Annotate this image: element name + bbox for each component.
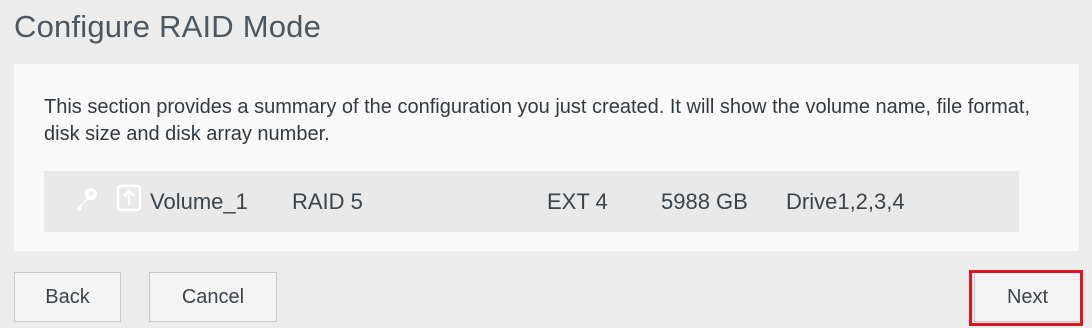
configure-raid-page: Configure RAID Mode This section provide… [0,0,1092,328]
volume-summary-row: Volume_1 RAID 5 EXT 4 5988 GB Drive1,2,3… [44,171,1019,232]
back-button[interactable]: Back [14,272,121,322]
raid-mode: RAID 5 [292,189,363,214]
file-format: EXT 4 [547,189,608,214]
disk-array: Drive1,2,3,4 [786,189,905,214]
key-icon [77,188,97,211]
volume-name: Volume_1 [150,189,248,214]
summary-panel: This section provides a summary of the c… [14,64,1079,251]
summary-description: This section provides a summary of the c… [44,96,1030,145]
page-title: Configure RAID Mode [14,9,322,44]
next-button[interactable]: Next [974,272,1081,322]
disk-size: 5988 GB [661,189,748,214]
upload-icon [116,184,142,212]
cancel-button[interactable]: Cancel [149,272,277,322]
